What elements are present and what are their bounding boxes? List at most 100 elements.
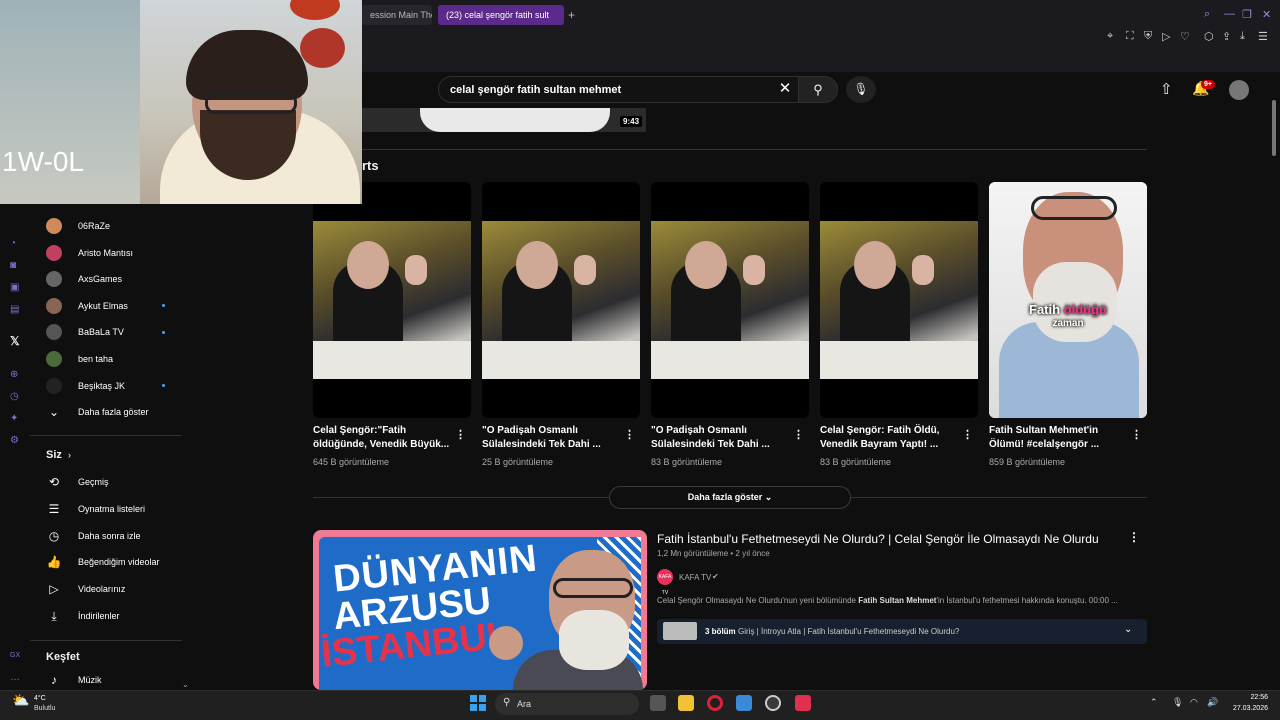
notification-badge: 9+ [1201,80,1215,89]
extensions-icon[interactable]: ⬡ [1204,30,1214,43]
studio-table [482,341,640,379]
video-title[interactable]: Fatih İstanbul'u Fethetmeseydi Ne Olurdu… [657,532,1107,546]
play-icon[interactable]: ▷ [1162,30,1170,43]
upload-icon[interactable]: ⇧ [1160,80,1173,98]
subscription-item[interactable]: ben taha [46,349,158,369]
minimize-icon[interactable]: — [1224,8,1235,20]
clear-search-icon[interactable]: ✕ [776,80,794,98]
new-content-dot [162,330,165,334]
channel-avatar[interactable]: KAFA TV [657,569,673,596]
weather-desc[interactable]: Bulutlu [34,705,55,712]
short-thumbnail[interactable] [651,182,809,418]
bag-icon[interactable]: ◙ [10,260,16,271]
wifi-icon[interactable]: ◠ [1190,697,1198,708]
more-actions-icon[interactable]: ⋮ [793,428,804,441]
windows-start-icon[interactable] [470,695,486,711]
sidebar-item-label: Videolarınız [78,584,126,595]
short-title[interactable]: "O Padişah Osmanlı Sülalesindeki Tek Dah… [651,424,789,452]
sidebar-item-video[interactable]: ▷ Videolarınız [46,579,125,599]
subscription-item[interactable]: Aykut Elmas [46,296,165,316]
you-section-title[interactable]: Siz [46,449,62,461]
new-tab-button[interactable]: + [568,8,575,22]
subscription-name: Aristo Mantısı [78,247,134,258]
short-title[interactable]: Fatih Sultan Mehmet'in Ölümü! #celalşeng… [989,424,1127,452]
thumbnail-person-beard [559,610,629,670]
microphone-tray-icon[interactable]: 🎙 [1172,697,1183,708]
downloads-icon[interactable]: ⤓ [1240,30,1245,43]
m-icon[interactable]: ▤ [10,304,19,315]
chevron-up-icon[interactable]: ⌃ [1150,697,1158,708]
close-window-icon[interactable]: ✕ [1262,8,1271,21]
page-scrollbar[interactable] [1272,100,1276,156]
short-title[interactable]: Celal Şengör:"Fatih öldüğünde, Venedik B… [313,424,451,452]
more-rail-icon[interactable]: … [10,672,20,683]
short-thumbnail[interactable]: Fatih öldüğü zaman [989,182,1147,418]
subscription-item[interactable]: Beşiktaş JK [46,376,165,396]
music-icon: ♪ [51,673,57,687]
pin-icon[interactable]: ⌖ [1107,30,1113,43]
search-tabs-icon[interactable]: ⌕ [1204,8,1210,21]
sidebar-item-playlist[interactable]: ☰ Oynatma listeleri [46,499,145,519]
sidebar-item-history[interactable]: ⟲ Geçmiş [46,472,109,492]
sidebar-item-download[interactable]: ⤓ İndirilenler [46,606,119,626]
messenger-icon[interactable]: ◔ [10,238,16,249]
sidebar-item-music[interactable]: ♪ Müzik [46,670,102,690]
vivaldi-icon[interactable] [795,695,811,711]
sidebar-item-label: Geçmiş [78,477,109,487]
account-avatar[interactable] [1229,80,1249,100]
task-view-icon[interactable] [650,695,666,711]
subscription-item[interactable]: 06RaZe [46,216,158,236]
file-explorer-icon[interactable] [678,695,694,711]
short-thumbnail[interactable] [313,182,471,418]
extension-rail-icon[interactable]: ✦ [10,413,18,424]
clock-time[interactable]: 22:56 [1236,694,1268,701]
snapshot-icon[interactable]: ⛶ [1126,30,1134,43]
scroll-down-icon[interactable]: ⌄ [182,680,189,689]
browser-tab-active[interactable]: (23) celal şengör fatih sult [438,5,564,25]
settings-icon[interactable]: ⚙ [10,435,19,446]
weather-temp[interactable]: 4°C [34,695,46,702]
subscription-item[interactable]: AxsGames [46,269,158,289]
menu-icon[interactable]: ☰ [1258,30,1268,43]
taskbar-search[interactable]: Ara [495,693,639,715]
add-icon[interactable]: ⊕ [10,369,18,380]
short-thumbnail[interactable] [482,182,640,418]
channel-name[interactable]: KAFA TV [679,573,711,582]
shield-icon[interactable]: ⛨ [1144,30,1152,43]
more-actions-icon[interactable]: ⋮ [455,428,466,441]
short-title[interactable]: "O Padişah Osmanlı Sülalesindeki Tek Dah… [482,424,620,452]
more-actions-icon[interactable]: ⋮ [1131,428,1142,441]
channel-avatar [46,244,62,261]
subscription-name: BaBaLa TV [78,327,124,338]
clock-date[interactable]: 27.03.2026 [1228,705,1268,712]
share-icon[interactable]: ⇪ [1222,30,1231,43]
twitch-icon[interactable]: ▣ [10,282,19,293]
short-thumbnail[interactable] [820,182,978,418]
short-caption-2: zaman [1052,318,1084,329]
short-title[interactable]: Celal Şengör: Fatih Öldü, Venedik Bayram… [820,424,958,452]
heart-icon[interactable]: ♡ [1180,30,1190,43]
store-icon[interactable] [736,695,752,711]
x-icon[interactable]: 𝕏 [10,334,20,348]
search-input[interactable]: celal şengör fatih sultan mehmet [438,76,800,103]
sidebar-item-thumbs-up[interactable]: 👍 Beğendiğim videolar [46,552,160,572]
opera-gx-icon[interactable] [765,695,781,711]
voice-search-button[interactable]: 🎙 [846,76,876,103]
search-button[interactable]: ⚲ [798,76,838,103]
browser-tab-1[interactable]: ession Main Ther [362,5,432,25]
more-actions-icon[interactable]: ⋮ [1128,530,1140,544]
volume-icon[interactable]: 🔊 [1207,697,1218,708]
more-actions-icon[interactable]: ⋮ [624,428,635,441]
show-more-shorts-button[interactable]: Daha fazla göster ⌄ [609,486,851,509]
subscription-item[interactable]: BaBaLa TV [46,322,165,342]
opera-icon[interactable] [707,695,723,711]
more-actions-icon[interactable]: ⋮ [962,428,973,441]
weather-icon[interactable]: ⛅ [12,692,29,709]
restore-icon[interactable]: ❐ [1242,8,1252,21]
subscription-item[interactable]: Aristo Mantısı [46,243,158,263]
sidebar-item-clock[interactable]: ◷ Daha sonra izle [46,526,141,546]
chevron-down-icon[interactable]: ⌄ [1124,624,1132,635]
history-rail-icon[interactable]: ◷ [10,391,19,402]
video-thumbnail[interactable]: DÜNYANIN ARZUSU İSTANBUL [313,530,647,690]
sidebar-show-more[interactable]: ⌄ Daha fazla göster [46,402,149,422]
